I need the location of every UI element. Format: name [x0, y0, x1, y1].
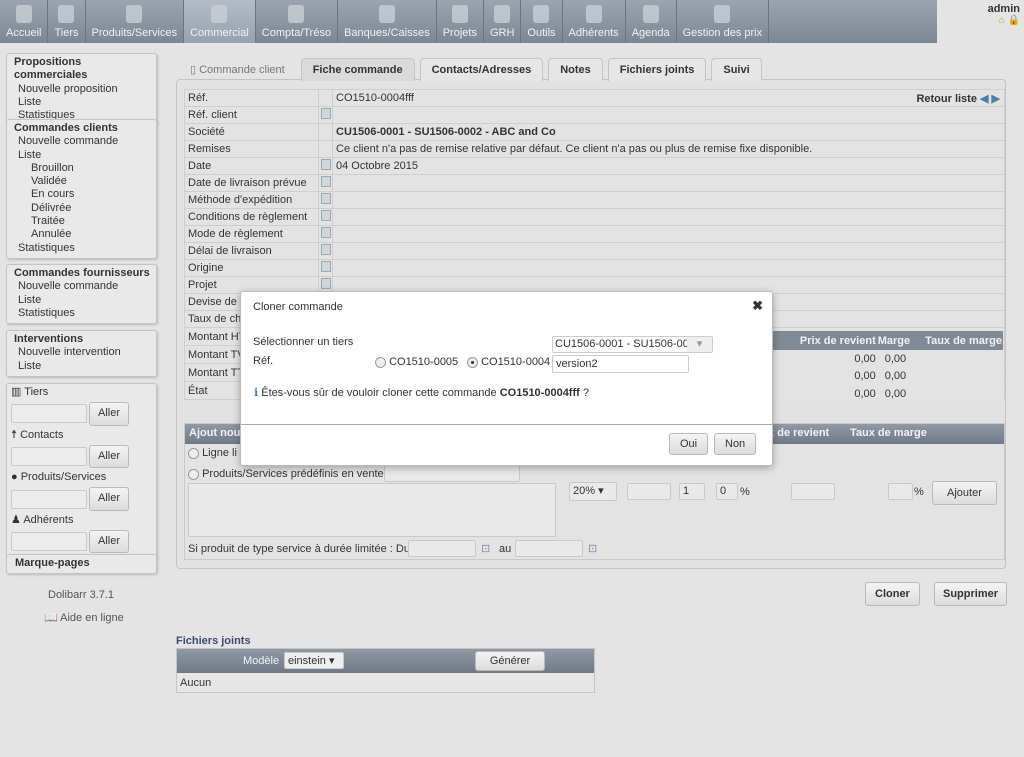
- clone-dialog: Cloner commande ✖ Sélectionner un tiers …: [240, 291, 773, 466]
- close-icon[interactable]: ✖: [752, 298, 763, 314]
- ref-suffix-input[interactable]: version2: [552, 355, 689, 373]
- yes-button[interactable]: Oui: [669, 433, 709, 455]
- ref-option-0004[interactable]: CO1510-0004: [467, 356, 550, 368]
- info-icon: ℹ: [254, 387, 259, 399]
- ref-option-0005[interactable]: CO1510-0005: [375, 356, 458, 368]
- select-thirdparty-label: Sélectionner un tiers: [253, 336, 354, 348]
- thirdparty-select[interactable]: CU1506-0001 - SU1506-00 ▾: [552, 336, 713, 353]
- dialog-separator: [241, 424, 772, 425]
- dialog-title: Cloner commande: [253, 301, 343, 313]
- confirm-question: ℹ Êtes-vous sûr de vouloir cloner cette …: [254, 387, 589, 399]
- ref-label: Réf.: [253, 355, 274, 367]
- no-button[interactable]: Non: [714, 433, 757, 455]
